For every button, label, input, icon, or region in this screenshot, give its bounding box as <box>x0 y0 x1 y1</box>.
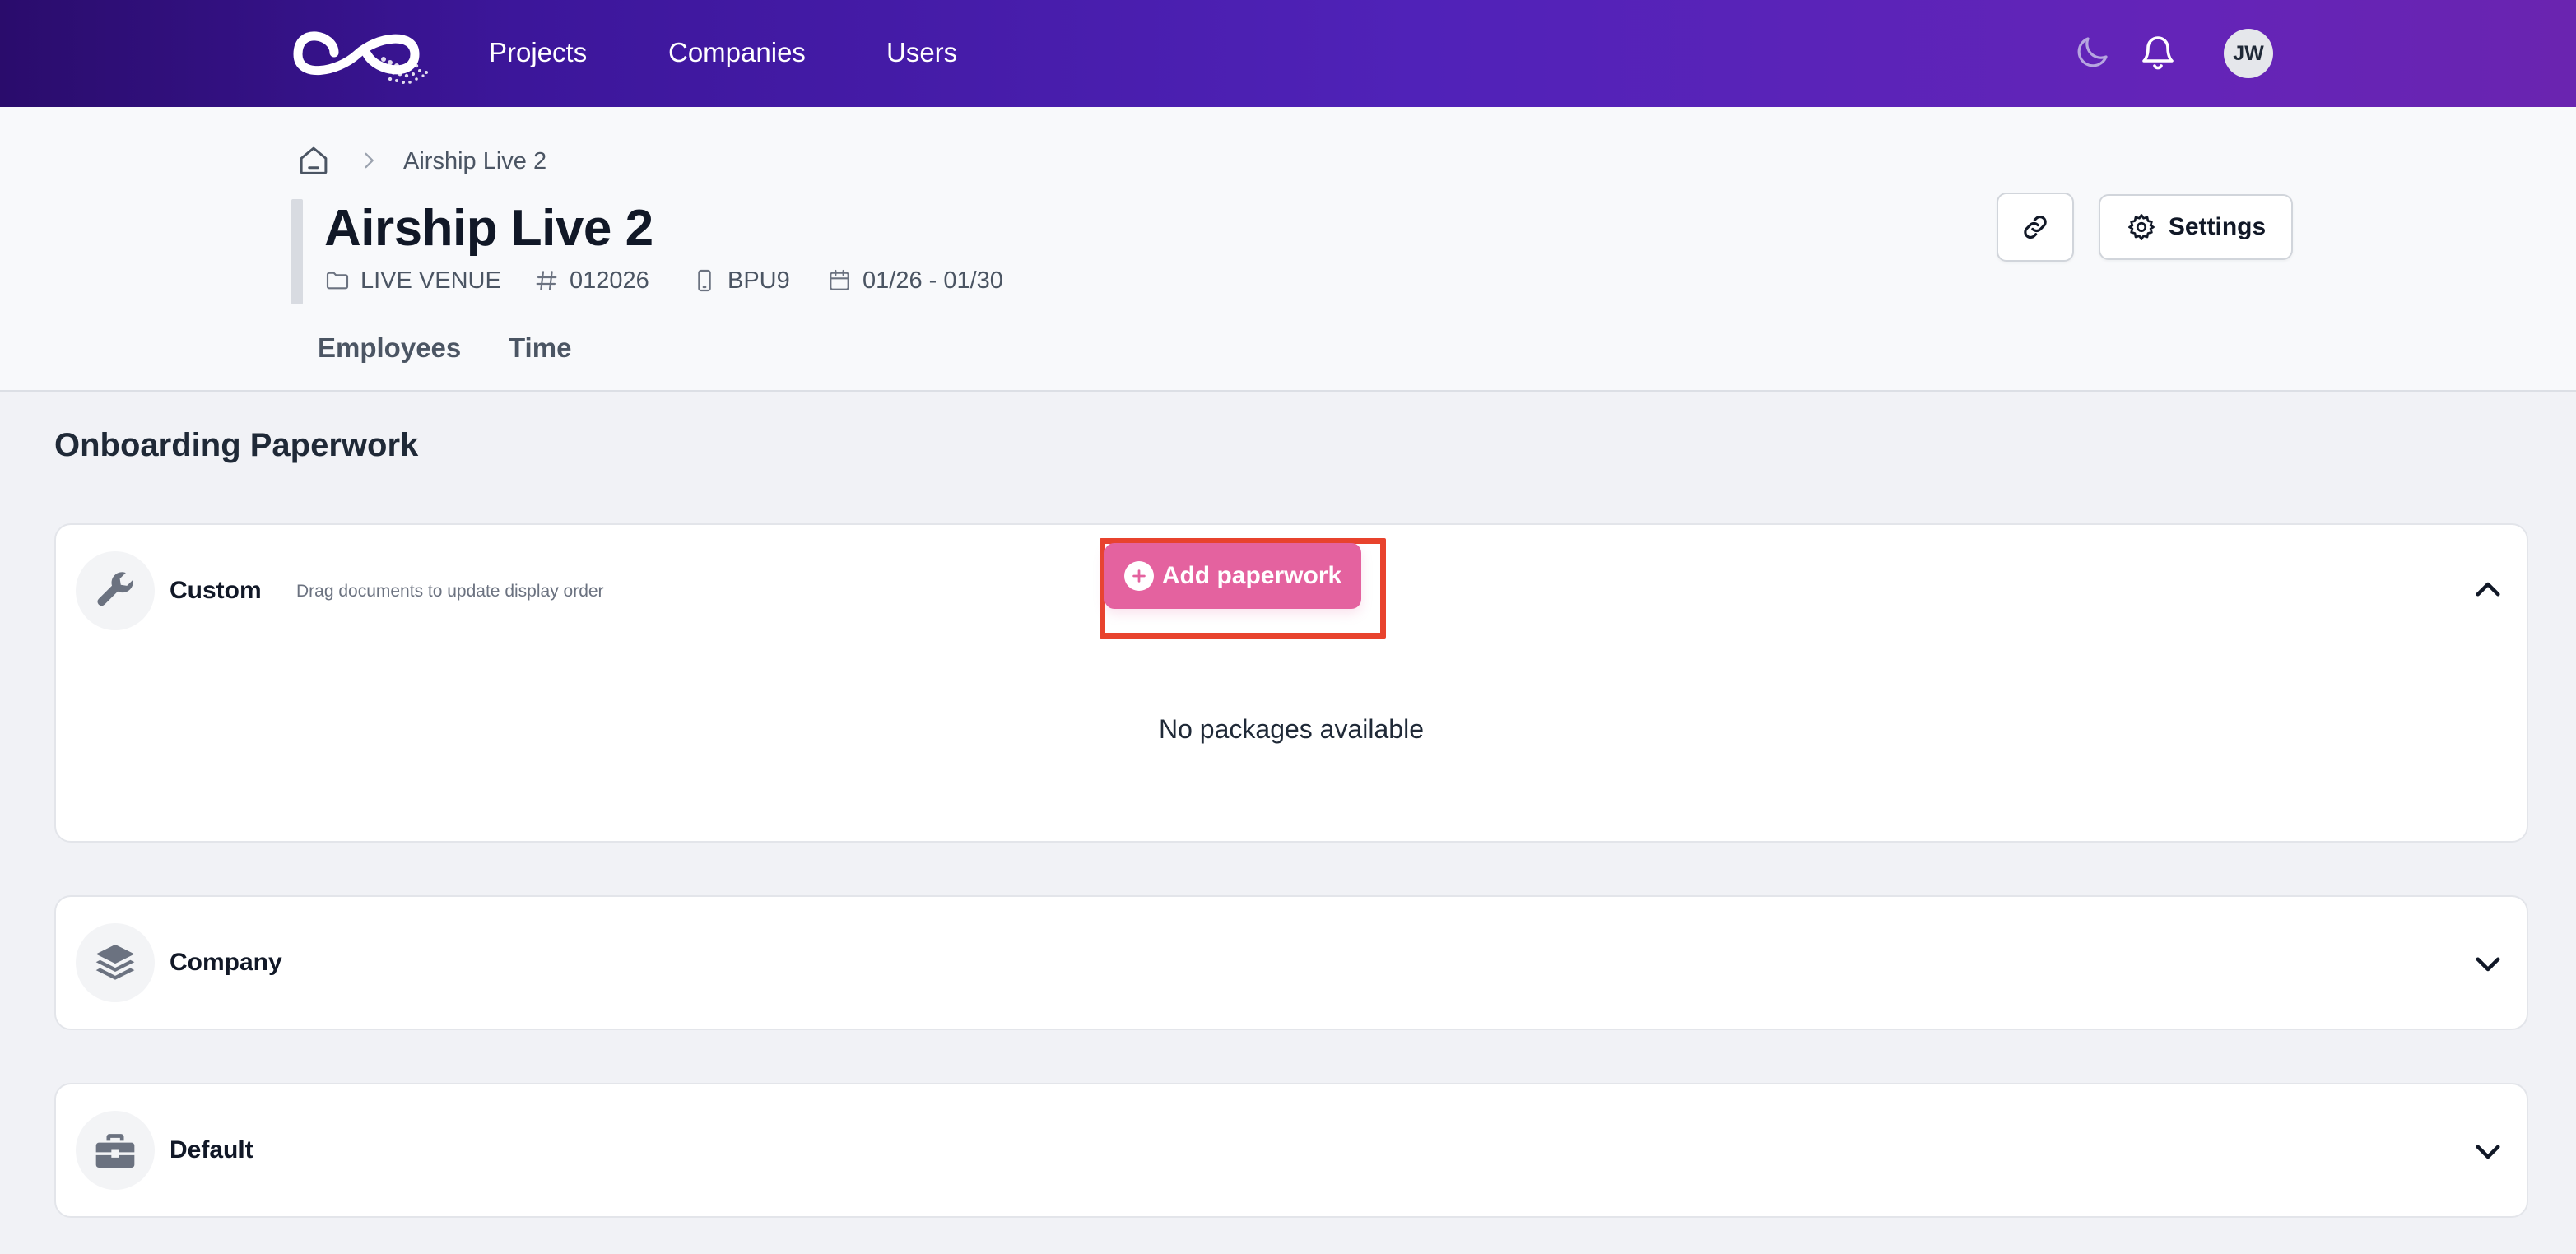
meta-project-type: LIVE VENUE <box>324 263 501 298</box>
layers-icon <box>76 923 155 1002</box>
meta-project-number: 012026 <box>533 263 649 298</box>
tab-time[interactable]: Time <box>509 329 571 367</box>
phone-icon <box>698 269 711 292</box>
calendar-icon <box>830 269 849 290</box>
page-title: Airship Live 2 <box>324 200 653 257</box>
meta-project-dates-text: 01/26 - 01/30 <box>863 267 1003 294</box>
card-title-company: Company <box>170 949 282 976</box>
copy-link-button[interactable] <box>1997 193 2074 262</box>
paperwork-card-company[interactable]: Company <box>54 895 2528 1030</box>
chevron-down-icon[interactable] <box>2471 946 2505 981</box>
user-avatar[interactable]: JW <box>2224 29 2273 78</box>
chevron-up-icon[interactable] <box>2471 573 2505 607</box>
breadcrumb-current[interactable]: Airship Live 2 <box>403 145 546 178</box>
paperwork-card-default[interactable]: Default <box>54 1083 2528 1218</box>
add-paperwork-label: Add paperwork <box>1161 562 1342 589</box>
folder-icon <box>326 272 349 290</box>
empty-state-message: No packages available <box>1159 714 1424 744</box>
gear-icon <box>2127 214 2155 240</box>
tab-employees[interactable]: Employees <box>318 329 461 367</box>
meta-project-dates: 01/26 - 01/30 <box>826 263 1003 298</box>
hash-icon <box>536 271 557 290</box>
meta-project-code-text: BPU9 <box>728 267 790 294</box>
plus-circle-icon <box>1123 561 1154 591</box>
add-paperwork-button[interactable]: Add paperwork <box>1104 543 1361 609</box>
title-accent-bar <box>291 199 303 304</box>
home-icon[interactable] <box>296 143 331 178</box>
app-logo[interactable] <box>291 18 433 89</box>
top-navigation-bar: Projects Companies Users JW <box>0 0 2576 107</box>
meta-project-type-text: LIVE VENUE <box>360 267 501 294</box>
meta-project-code: BPU9 <box>691 263 790 298</box>
chevron-down-icon[interactable] <box>2471 1134 2505 1168</box>
nav-link-projects[interactable]: Projects <box>489 33 587 72</box>
card-title-custom: Custom <box>170 577 262 604</box>
project-header: Airship Live 2 Airship Live 2 LIVE VENUE… <box>0 107 2576 392</box>
bell-icon[interactable] <box>2138 33 2178 72</box>
card-hint-custom: Drag documents to update display order <box>296 582 604 601</box>
settings-button[interactable]: Settings <box>2099 194 2293 260</box>
wrench-icon <box>76 551 155 630</box>
nav-link-users[interactable]: Users <box>886 33 957 72</box>
settings-button-label: Settings <box>2168 213 2267 240</box>
section-title: Onboarding Paperwork <box>54 427 419 463</box>
meta-project-number-text: 012026 <box>570 267 649 294</box>
paperwork-card-custom: Custom Drag documents to update display … <box>54 523 2528 843</box>
link-icon <box>2024 216 2047 239</box>
nav-link-companies[interactable]: Companies <box>668 33 806 72</box>
toolbox-icon <box>76 1111 155 1190</box>
moon-icon[interactable] <box>2072 33 2112 72</box>
breadcrumb-separator-icon <box>357 149 380 172</box>
card-title-default: Default <box>170 1136 253 1163</box>
